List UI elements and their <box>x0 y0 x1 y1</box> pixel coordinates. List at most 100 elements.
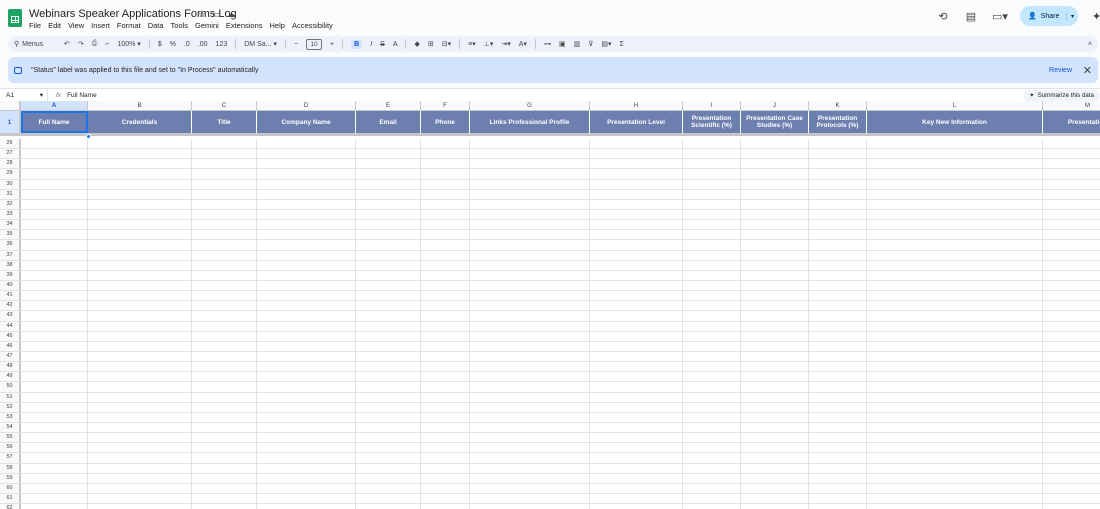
cell[interactable] <box>21 412 88 422</box>
cell[interactable] <box>257 199 356 209</box>
cell[interactable] <box>683 169 741 179</box>
increase-decimal-button[interactable]: .00 <box>198 41 208 48</box>
cell[interactable] <box>809 351 867 362</box>
row-number[interactable]: 61 <box>0 493 21 504</box>
cell[interactable] <box>590 402 683 412</box>
row-number[interactable]: 32 <box>0 199 21 209</box>
cell[interactable] <box>421 341 470 351</box>
cell[interactable] <box>192 351 257 362</box>
cell[interactable] <box>356 412 421 422</box>
cell[interactable] <box>421 321 470 331</box>
cell[interactable] <box>421 169 470 179</box>
cell[interactable] <box>470 392 590 402</box>
row-number[interactable]: 39 <box>0 270 21 280</box>
cell[interactable] <box>470 463 590 473</box>
cell[interactable] <box>88 139 192 149</box>
cell[interactable] <box>867 220 1043 230</box>
cell[interactable] <box>470 311 590 321</box>
cell[interactable] <box>867 291 1043 301</box>
cell[interactable] <box>470 209 590 220</box>
collapse-toolbar-icon[interactable]: ˄ <box>1088 41 1092 48</box>
cell[interactable] <box>741 311 809 321</box>
row-number[interactable]: 43 <box>0 311 21 321</box>
row-number[interactable]: 60 <box>0 483 21 493</box>
cell[interactable] <box>356 433 421 443</box>
header-cell[interactable]: Full Name <box>21 111 88 133</box>
cell[interactable] <box>192 422 257 433</box>
cell[interactable] <box>88 159 192 169</box>
cell[interactable] <box>356 260 421 270</box>
column-header-h[interactable]: H <box>590 101 683 110</box>
cell[interactable] <box>590 493 683 504</box>
column-header-m[interactable]: M <box>1043 101 1100 110</box>
cell[interactable] <box>470 362 590 372</box>
cell[interactable] <box>356 230 421 240</box>
cell[interactable] <box>192 382 257 392</box>
cell[interactable] <box>421 504 470 509</box>
row-number[interactable]: 47 <box>0 351 21 362</box>
insert-chart-icon[interactable]: ▥ <box>574 40 581 48</box>
cell[interactable] <box>470 483 590 493</box>
column-header-b[interactable]: B <box>88 101 192 110</box>
cell[interactable] <box>21 493 88 504</box>
cell[interactable] <box>257 209 356 220</box>
cell[interactable] <box>590 362 683 372</box>
column-header-j[interactable]: J <box>741 101 809 110</box>
header-cell[interactable]: Presentation Case Studies (%) <box>741 111 809 133</box>
cell[interactable] <box>683 220 741 230</box>
meet-icon[interactable]: ▭▾ <box>992 10 1008 23</box>
menu-edit[interactable]: Edit <box>48 21 61 30</box>
cell[interactable] <box>683 311 741 321</box>
cell[interactable] <box>1043 291 1100 300</box>
cell[interactable] <box>1043 494 1100 503</box>
column-header-g[interactable]: G <box>470 101 590 110</box>
cell[interactable] <box>809 199 867 209</box>
header-cell[interactable]: Credentials <box>88 111 192 133</box>
cell[interactable] <box>590 159 683 169</box>
cell[interactable] <box>809 473 867 483</box>
row-number[interactable]: 62 <box>0 504 21 509</box>
cell[interactable] <box>257 260 356 270</box>
cell[interactable] <box>356 149 421 159</box>
cell[interactable] <box>809 301 867 311</box>
cell[interactable] <box>1043 281 1100 290</box>
cell[interactable] <box>192 443 257 453</box>
cell[interactable] <box>741 169 809 179</box>
cell[interactable] <box>590 504 683 509</box>
cell[interactable] <box>356 443 421 453</box>
cell[interactable] <box>683 483 741 493</box>
font-size-decrease-button[interactable]: − <box>294 41 298 48</box>
undo-icon[interactable]: ↶ <box>64 40 70 48</box>
cell[interactable] <box>683 493 741 504</box>
cell[interactable] <box>421 250 470 260</box>
row-number[interactable]: 54 <box>0 422 21 433</box>
cell[interactable] <box>421 422 470 433</box>
cell[interactable] <box>1043 332 1100 341</box>
cell[interactable] <box>21 321 88 331</box>
italic-button[interactable]: I <box>370 41 372 48</box>
cell[interactable] <box>1043 393 1100 402</box>
cell[interactable] <box>88 301 192 311</box>
cell[interactable] <box>421 453 470 463</box>
cell[interactable] <box>257 179 356 189</box>
cell[interactable] <box>867 230 1043 240</box>
cell[interactable] <box>590 372 683 382</box>
cell[interactable] <box>257 311 356 321</box>
cell[interactable] <box>470 351 590 362</box>
column-header-c[interactable]: C <box>192 101 257 110</box>
cell[interactable] <box>88 321 192 331</box>
insert-comment-icon[interactable]: ▣ <box>559 40 566 48</box>
cell[interactable] <box>809 240 867 250</box>
cell[interactable] <box>809 463 867 473</box>
cell[interactable] <box>21 280 88 291</box>
cell[interactable] <box>1043 139 1100 148</box>
cell[interactable] <box>470 291 590 301</box>
cell[interactable] <box>683 321 741 331</box>
cell[interactable] <box>421 463 470 473</box>
star-icon[interactable]: ☆ <box>198 9 206 20</box>
cell[interactable] <box>590 453 683 463</box>
cell[interactable] <box>867 392 1043 402</box>
column-header-a[interactable]: A <box>21 101 88 110</box>
review-link[interactable]: Review <box>1049 67 1072 74</box>
cell[interactable] <box>683 463 741 473</box>
